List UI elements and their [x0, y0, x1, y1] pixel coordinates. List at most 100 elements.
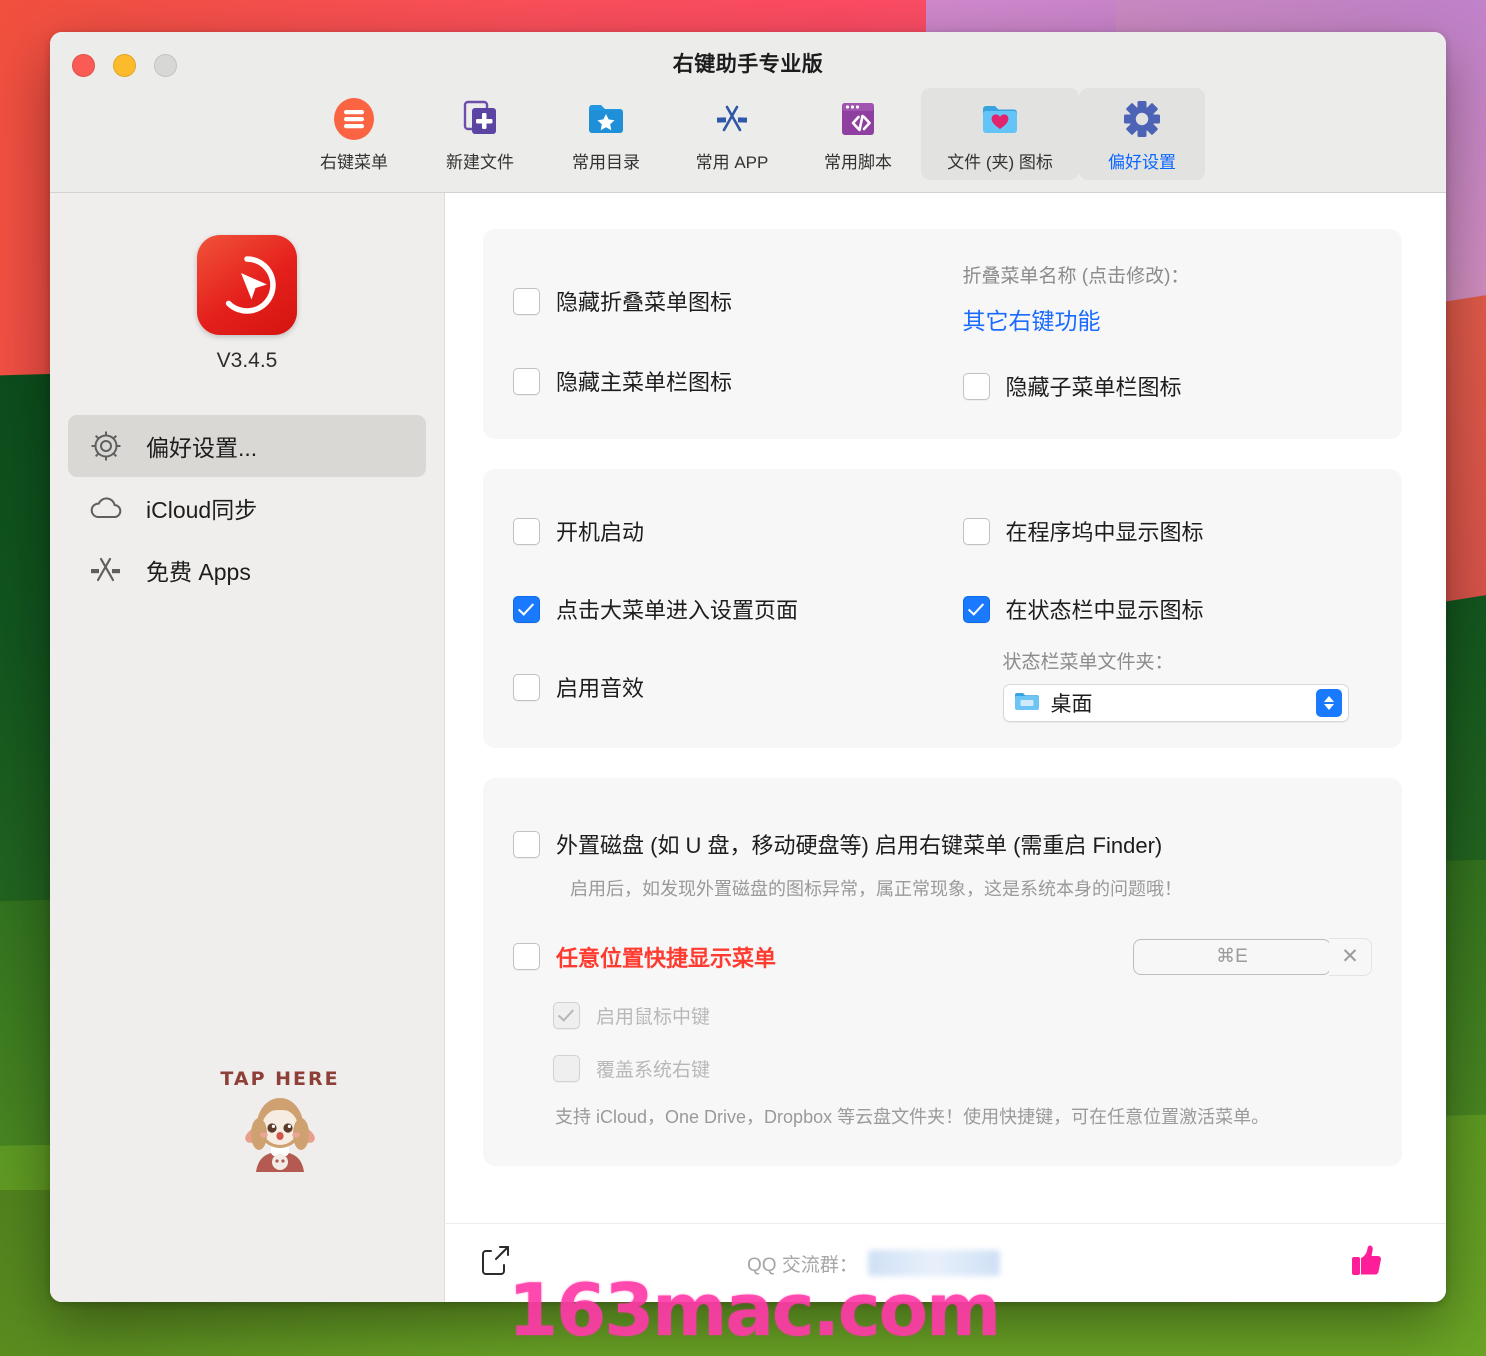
app-window: 右键助手专业版 右键菜单 新建文件 常用目录 常用 APP 常用脚本 文件 (夹… — [50, 32, 1446, 1302]
checkbox[interactable] — [513, 367, 540, 395]
preferences-content: 隐藏折叠菜单图标 隐藏主菜单栏图标 折叠菜单名称 (点击修改)： 其它右键功能 … — [445, 193, 1446, 1223]
option-label: 点击大菜单进入设置页面 — [556, 598, 799, 623]
sidebar: V3.4.5 偏好设置... iCloud同步 免费 Apps TAP HERE — [50, 193, 445, 1223]
favorite-folder-icon — [585, 96, 627, 142]
new-file-icon — [459, 96, 501, 142]
option-label: 覆盖系统右键 — [596, 1059, 711, 1081]
minimize-button[interactable] — [113, 54, 136, 77]
shortcut-recorder[interactable]: ⌘E ✕ — [1133, 937, 1372, 976]
option-label: 隐藏子菜单栏图标 — [1005, 375, 1182, 400]
footer-sidebar-spacer — [50, 1224, 445, 1302]
toolbar-item-favorite-apps[interactable]: 常用 APP — [669, 88, 795, 180]
fold-menu-name-value[interactable]: 其它右键功能 — [963, 302, 1373, 336]
traffic-lights — [72, 54, 177, 77]
cloud-icon — [86, 493, 126, 523]
share-export-icon[interactable] — [479, 1244, 511, 1283]
fold-menu-name-caption: 折叠菜单名称 (点击修改)： — [962, 266, 1190, 287]
toolbar-item-label: 新建文件 — [446, 153, 514, 172]
option-hide-main-menubar-icon[interactable]: 隐藏主菜单栏图标 — [513, 365, 943, 397]
sidebar-item-label: iCloud同步 — [146, 497, 258, 523]
app-version: V3.4.5 — [216, 349, 278, 372]
toolbar-item-favorite-folders[interactable]: 常用目录 — [543, 88, 669, 180]
option-show-in-dock[interactable]: 在程序坞中显示图标 — [962, 515, 1373, 547]
option-label: 外置磁盘 (如 U 盘，移动硬盘等) 启用右键菜单 (需重启 Finder) — [556, 833, 1163, 858]
statusbar-folder-value: 桌面 — [1050, 693, 1093, 716]
app-store-icon — [86, 554, 126, 586]
mascot-sticker[interactable]: TAP HERE — [210, 1068, 350, 1181]
option-label: 任意位置快捷显示菜单 — [556, 945, 777, 971]
checkbox[interactable] — [962, 372, 990, 400]
panel-advanced: 外置磁盘 (如 U 盘，移动硬盘等) 启用右键菜单 (需重启 Finder) 启… — [483, 778, 1402, 1166]
footer-bar: QQ 交流群： — [50, 1223, 1446, 1302]
sidebar-item-label: 偏好设置... — [146, 435, 258, 461]
close-button[interactable] — [72, 54, 95, 77]
toolbar-item-favorite-scripts[interactable]: 常用脚本 — [795, 88, 921, 180]
checkbox[interactable] — [513, 830, 540, 858]
qq-group-value-blurred — [867, 1250, 1000, 1276]
app-store-icon — [711, 96, 753, 142]
checkbox[interactable] — [513, 517, 540, 545]
panel-menu-icons: 隐藏折叠菜单图标 隐藏主菜单栏图标 折叠菜单名称 (点击修改)： 其它右键功能 … — [483, 229, 1402, 439]
statusbar-folder-select[interactable]: 桌面 — [1002, 684, 1349, 722]
checkbox[interactable] — [962, 595, 990, 623]
toolbar-item-context-menu[interactable]: 右键菜单 — [291, 88, 417, 180]
toolbar-item-label: 常用目录 — [572, 153, 640, 172]
sidebar-item-free-apps[interactable]: 免费 Apps — [68, 539, 426, 601]
toolbar-item-label: 常用脚本 — [824, 153, 892, 172]
sidebar-item-label: 免费 Apps — [146, 559, 251, 585]
statusbar-folder-caption: 状态栏菜单文件夹： — [1002, 652, 1174, 673]
app-logo-cursor-icon — [197, 235, 297, 335]
option-label: 开机启动 — [556, 520, 645, 545]
option-show-in-statusbar[interactable]: 在状态栏中显示图标 — [962, 593, 1373, 625]
folder-heart-icon — [979, 96, 1021, 142]
checkbox[interactable] — [513, 595, 540, 623]
option-external-disk[interactable]: 外置磁盘 (如 U 盘，移动硬盘等) 启用右键菜单 (需重启 Finder) — [513, 828, 1372, 860]
panel-general: 开机启动 点击大菜单进入设置页面 启用音效 在程序坞中显示图标 在状态栏中显示图… — [483, 469, 1402, 748]
thumbs-up-icon[interactable] — [1350, 1243, 1384, 1284]
hamburger-menu-icon — [333, 96, 375, 142]
option-enable-sound[interactable]: 启用音效 — [513, 671, 943, 703]
script-code-icon — [837, 96, 879, 142]
toolbar-item-new-file[interactable]: 新建文件 — [417, 88, 543, 180]
folder-icon — [1014, 690, 1040, 717]
mascot-character-icon — [245, 1098, 315, 1172]
cloud-hint: 支持 iCloud，One Drive，Dropbox 等云盘文件夹！使用快捷键… — [555, 1106, 1270, 1127]
gear-icon — [86, 429, 126, 463]
option-launch-at-login[interactable]: 开机启动 — [513, 515, 943, 547]
option-anywhere-shortcut[interactable]: 任意位置快捷显示菜单 — [513, 941, 1133, 973]
option-hide-sub-menubar-icon[interactable]: 隐藏子菜单栏图标 — [962, 370, 1373, 402]
external-disk-hint: 启用后，如发现外置磁盘的图标异常，属正常现象，这是系统本身的问题哦！ — [570, 879, 1182, 899]
checkbox[interactable] — [962, 517, 990, 545]
sidebar-nav: 偏好设置... iCloud同步 免费 Apps — [50, 415, 444, 601]
maximize-button[interactable] — [154, 54, 177, 77]
mascot-caption: TAP HERE — [220, 1068, 340, 1090]
option-label: 隐藏折叠菜单图标 — [556, 290, 733, 315]
window-body: V3.4.5 偏好设置... iCloud同步 免费 Apps TAP HERE… — [50, 193, 1446, 1223]
option-click-big-menu[interactable]: 点击大菜单进入设置页面 — [513, 593, 943, 625]
option-override-right-click[interactable]: 覆盖系统右键 — [553, 1054, 1372, 1082]
checkbox[interactable] — [553, 1054, 580, 1082]
option-hide-fold-menu-icon[interactable]: 隐藏折叠菜单图标 — [513, 285, 943, 317]
sidebar-item-icloud-sync[interactable]: iCloud同步 — [68, 477, 426, 539]
option-middle-click[interactable]: 启用鼠标中键 — [553, 1001, 1372, 1029]
option-label: 隐藏主菜单栏图标 — [556, 370, 733, 395]
checkbox[interactable] — [513, 943, 540, 971]
checkbox[interactable] — [513, 673, 540, 701]
toolbar: 右键菜单 新建文件 常用目录 常用 APP 常用脚本 文件 (夹) 图标 偏好设… — [50, 88, 1446, 180]
window-title: 右键助手专业版 — [672, 53, 824, 76]
qq-group-label: QQ 交流群： — [747, 1254, 858, 1276]
toolbar-item-label: 文件 (夹) 图标 — [947, 153, 1053, 172]
option-label: 在程序坞中显示图标 — [1005, 520, 1204, 545]
option-label: 启用音效 — [556, 676, 645, 701]
checkbox[interactable] — [513, 287, 540, 315]
chevron-updown-icon[interactable] — [1315, 689, 1342, 717]
option-label: 启用鼠标中键 — [596, 1006, 711, 1028]
toolbar-item-file-folder-icons[interactable]: 文件 (夹) 图标 — [921, 88, 1079, 180]
gear-icon — [1121, 96, 1163, 142]
checkbox[interactable] — [553, 1001, 580, 1029]
sidebar-item-preferences[interactable]: 偏好设置... — [68, 415, 426, 477]
shortcut-value[interactable]: ⌘E — [1133, 938, 1331, 975]
close-icon[interactable]: ✕ — [1329, 937, 1372, 976]
toolbar-item-label: 右键菜单 — [320, 153, 388, 172]
toolbar-item-preferences[interactable]: 偏好设置 — [1079, 88, 1205, 180]
